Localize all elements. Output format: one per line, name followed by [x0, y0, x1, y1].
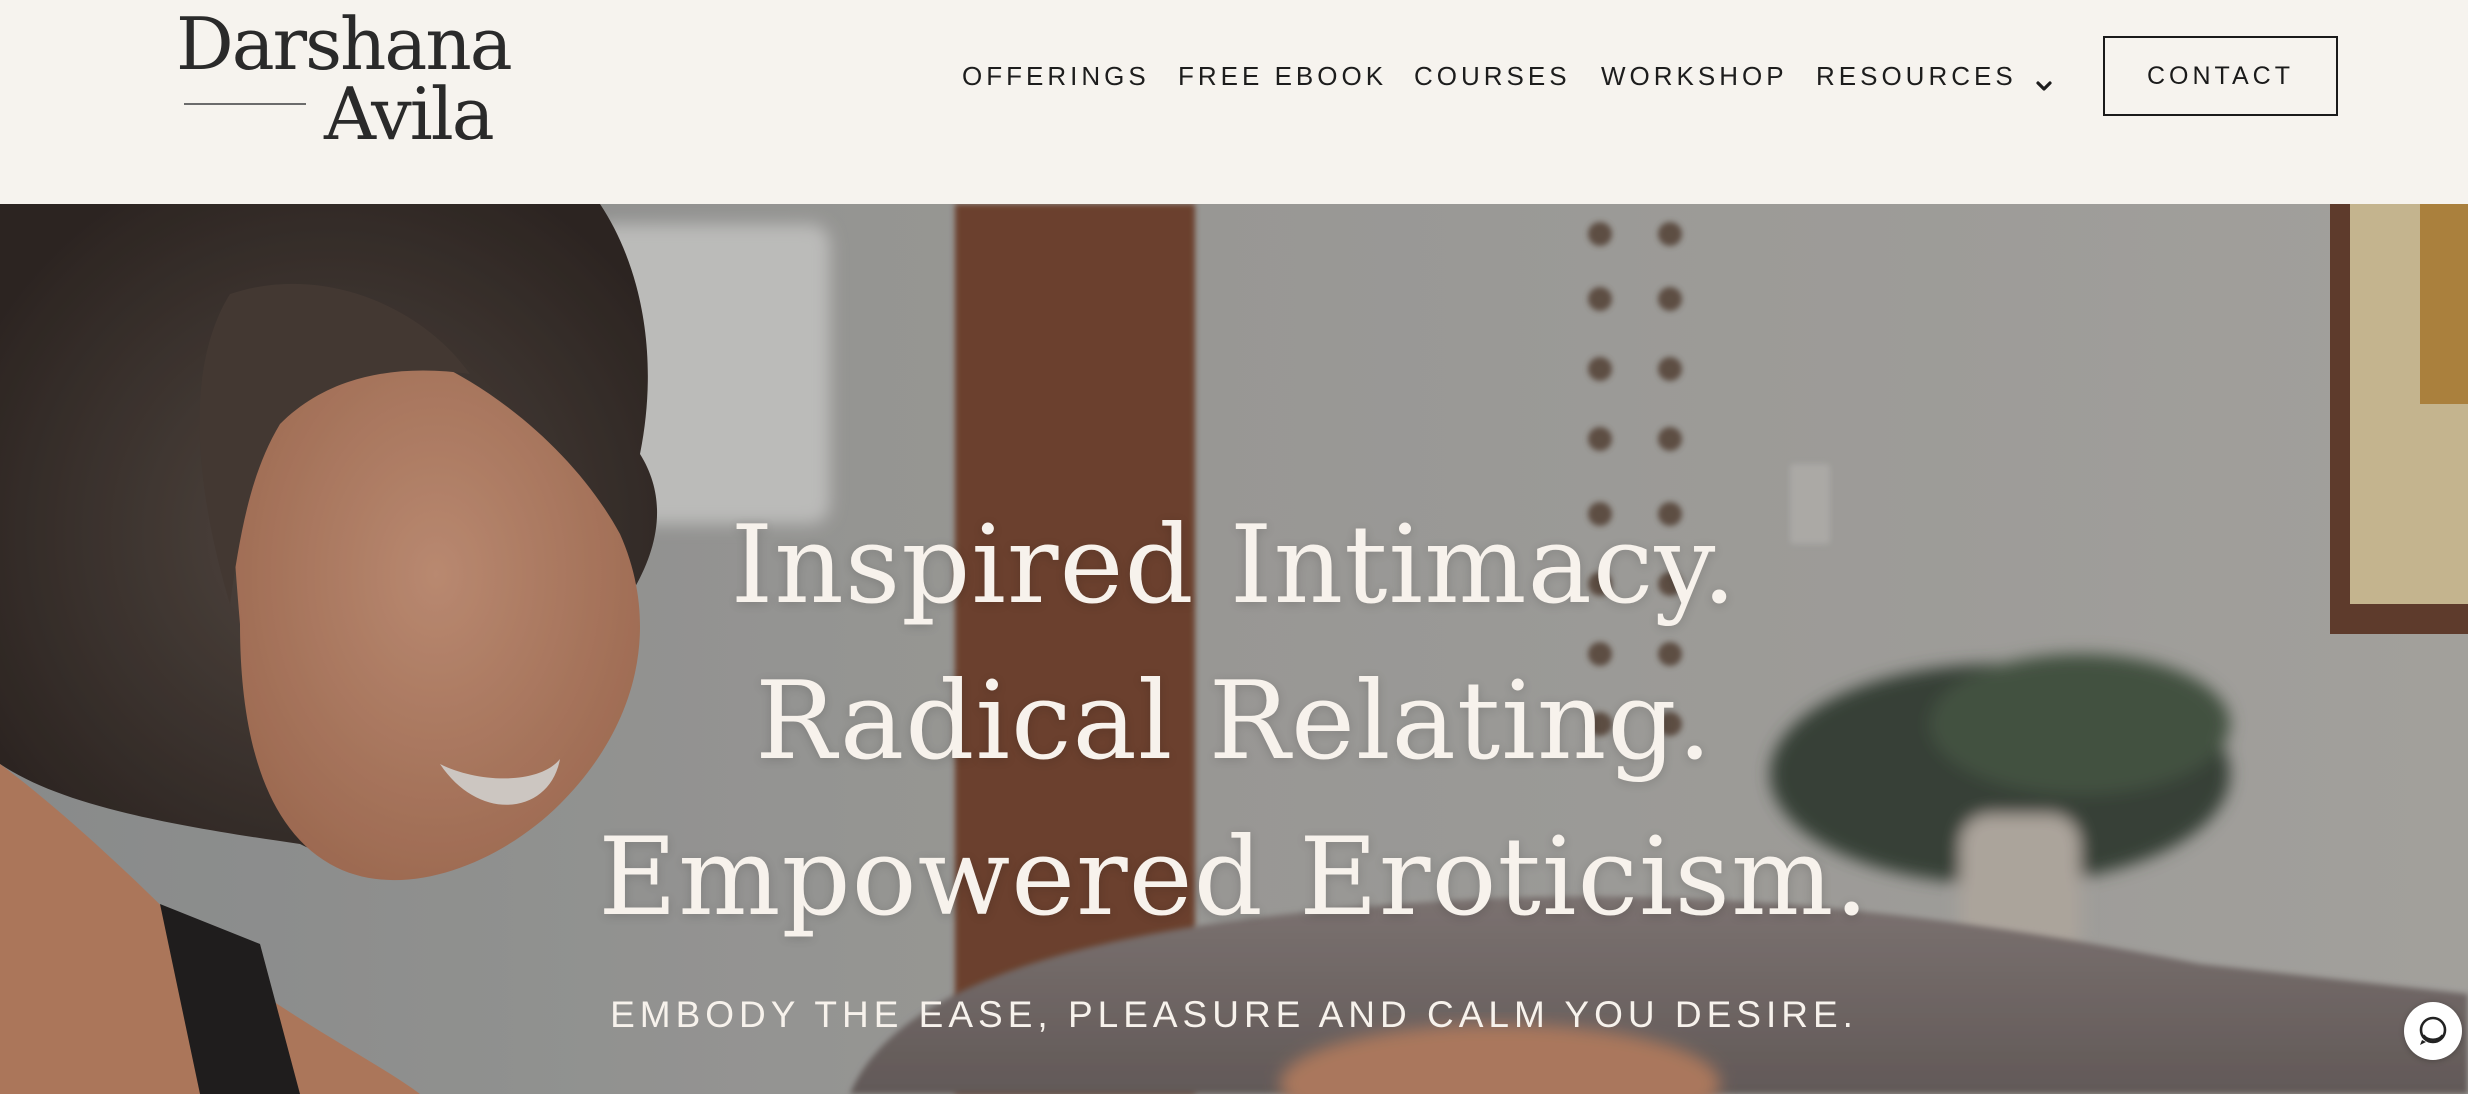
hero-subheading: EMBODY THE EASE, PLEASURE AND CALM YOU D…	[610, 994, 1858, 1035]
nav-item-resources[interactable]: RESOURCES	[1816, 56, 2053, 96]
hero-headline-line-2: Radical Relating.	[755, 659, 1713, 784]
nav-item-free-ebook[interactable]: FREE EBOOK	[1178, 56, 1387, 96]
contact-button[interactable]: CONTACT	[2103, 36, 2338, 116]
logo-text-last-name: Avila	[324, 72, 495, 156]
site-header: Darshana Avila OFFERINGS FREE EBOOK COUR…	[0, 0, 2468, 204]
logo-divider	[184, 103, 306, 105]
chevron-down-icon	[2035, 69, 2053, 91]
hero-headline-line-1: Inspired Intimacy.	[730, 503, 1738, 628]
hero-section: Inspired Intimacy. Radical Relating. Emp…	[0, 204, 2468, 1094]
hero-headline-line-3: Empowered Eroticism.	[598, 815, 1870, 940]
nav-item-offerings[interactable]: OFFERINGS	[962, 56, 1150, 96]
nav-item-resources-label: RESOURCES	[1816, 60, 2017, 91]
nav-item-courses[interactable]: COURSES	[1414, 56, 1571, 96]
chat-widget-button[interactable]	[2404, 1002, 2462, 1060]
chat-bubble-icon	[2419, 1016, 2447, 1045]
logo-text-first-name: Darshana	[176, 2, 513, 86]
hero-overlay	[0, 204, 2468, 1094]
nav-item-workshop[interactable]: WORKSHOP	[1601, 56, 1788, 96]
site-logo[interactable]: Darshana Avila	[176, 8, 513, 150]
